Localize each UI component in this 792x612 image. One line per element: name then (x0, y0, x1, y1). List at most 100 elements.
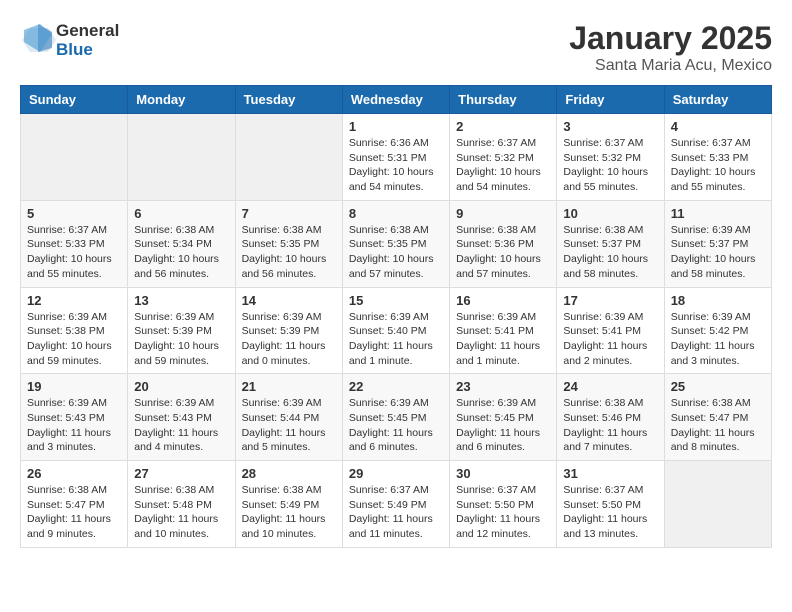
day-info: Sunrise: 6:38 AM Sunset: 5:34 PM Dayligh… (134, 223, 228, 282)
day-number: 2 (456, 119, 550, 134)
month-title: January 2025 (569, 20, 772, 57)
day-number: 12 (27, 293, 121, 308)
day-info: Sunrise: 6:37 AM Sunset: 5:33 PM Dayligh… (27, 223, 121, 282)
calendar-cell: 19Sunrise: 6:39 AM Sunset: 5:43 PM Dayli… (21, 374, 128, 461)
calendar-cell (235, 114, 342, 201)
day-number: 18 (671, 293, 765, 308)
calendar-cell: 23 Sunrise: 6:39 AM Sunset: 5:45 PM Dayli… (450, 374, 557, 461)
calendar-table: SundayMondayTuesdayWednesdayThursdayFrid… (20, 85, 772, 548)
day-info: Sunrise: 6:39 AM Sunset: 5:41 PM Dayligh… (563, 310, 657, 369)
day-info: Sunrise: 6:38 AM Sunset: 5:49 PM Dayligh… (242, 483, 336, 542)
calendar-cell: 29Sunrise: 6:37 AM Sunset: 5:49 PM Dayli… (342, 461, 449, 548)
day-info: Sunrise: 6:39 AM Sunset: 5:44 PM Dayligh… (242, 396, 336, 455)
calendar-cell: 27Sunrise: 6:38 AM Sunset: 5:48 PM Dayli… (128, 461, 235, 548)
day-number: 10 (563, 206, 657, 221)
day-number: 11 (671, 206, 765, 221)
calendar-cell: 21 Sunrise: 6:39 AM Sunset: 5:44 PM Dayli… (235, 374, 342, 461)
day-info: Sunrise: 6:38 AM Sunset: 5:35 PM Dayligh… (349, 223, 443, 282)
weekday-header-row: SundayMondayTuesdayWednesdayThursdayFrid… (21, 86, 772, 114)
calendar-week-row: 12 Sunrise: 6:39 AM Sunset: 5:38 PM Dayli… (21, 287, 772, 374)
calendar-week-row: 19Sunrise: 6:39 AM Sunset: 5:43 PM Dayli… (21, 374, 772, 461)
calendar-cell: 4Sunrise: 6:37 AM Sunset: 5:33 PM Daylig… (664, 114, 771, 201)
day-number: 20 (134, 379, 228, 394)
weekday-header-sunday: Sunday (21, 86, 128, 114)
calendar-cell: 10 Sunrise: 6:38 AM Sunset: 5:37 PM Dayli… (557, 200, 664, 287)
logo-text: General Blue (56, 22, 119, 59)
day-number: 31 (563, 466, 657, 481)
day-info: Sunrise: 6:37 AM Sunset: 5:32 PM Dayligh… (456, 136, 550, 195)
logo-blue: Blue (56, 41, 119, 60)
page-header: General Blue January 2025 Santa Maria Ac… (20, 20, 772, 75)
calendar-cell: 3Sunrise: 6:37 AM Sunset: 5:32 PM Daylig… (557, 114, 664, 201)
calendar-cell: 12 Sunrise: 6:39 AM Sunset: 5:38 PM Dayli… (21, 287, 128, 374)
day-number: 8 (349, 206, 443, 221)
day-info: Sunrise: 6:38 AM Sunset: 5:36 PM Dayligh… (456, 223, 550, 282)
calendar-cell: 1 Sunrise: 6:36 AM Sunset: 5:31 PM Daylig… (342, 114, 449, 201)
calendar-week-row: 26 Sunrise: 6:38 AM Sunset: 5:47 PM Dayli… (21, 461, 772, 548)
day-number: 7 (242, 206, 336, 221)
calendar-week-row: 5 Sunrise: 6:37 AM Sunset: 5:33 PM Daylig… (21, 200, 772, 287)
weekday-header-thursday: Thursday (450, 86, 557, 114)
day-number: 5 (27, 206, 121, 221)
weekday-header-saturday: Saturday (664, 86, 771, 114)
day-number: 30 (456, 466, 550, 481)
calendar-cell: 31 Sunrise: 6:37 AM Sunset: 5:50 PM Dayli… (557, 461, 664, 548)
calendar-cell: 6 Sunrise: 6:38 AM Sunset: 5:34 PM Daylig… (128, 200, 235, 287)
day-info: Sunrise: 6:39 AM Sunset: 5:38 PM Dayligh… (27, 310, 121, 369)
day-info: Sunrise: 6:39 AM Sunset: 5:39 PM Dayligh… (134, 310, 228, 369)
day-number: 21 (242, 379, 336, 394)
day-info: Sunrise: 6:39 AM Sunset: 5:45 PM Dayligh… (349, 396, 443, 455)
day-number: 14 (242, 293, 336, 308)
day-number: 16 (456, 293, 550, 308)
calendar-cell: 24 Sunrise: 6:38 AM Sunset: 5:46 PM Dayli… (557, 374, 664, 461)
day-info: Sunrise: 6:39 AM Sunset: 5:42 PM Dayligh… (671, 310, 765, 369)
day-number: 24 (563, 379, 657, 394)
title-block: January 2025 Santa Maria Acu, Mexico (569, 20, 772, 75)
calendar-cell: 20Sunrise: 6:39 AM Sunset: 5:43 PM Dayli… (128, 374, 235, 461)
calendar-cell: 14 Sunrise: 6:39 AM Sunset: 5:39 PM Dayli… (235, 287, 342, 374)
calendar-cell: 8 Sunrise: 6:38 AM Sunset: 5:35 PM Daylig… (342, 200, 449, 287)
calendar-cell: 9 Sunrise: 6:38 AM Sunset: 5:36 PM Daylig… (450, 200, 557, 287)
calendar-cell (664, 461, 771, 548)
day-number: 1 (349, 119, 443, 134)
calendar-cell (21, 114, 128, 201)
day-info: Sunrise: 6:39 AM Sunset: 5:41 PM Dayligh… (456, 310, 550, 369)
day-info: Sunrise: 6:39 AM Sunset: 5:45 PM Dayligh… (456, 396, 550, 455)
day-number: 25 (671, 379, 765, 394)
day-info: Sunrise: 6:38 AM Sunset: 5:47 PM Dayligh… (27, 483, 121, 542)
day-number: 29 (349, 466, 443, 481)
day-number: 17 (563, 293, 657, 308)
day-info: Sunrise: 6:39 AM Sunset: 5:39 PM Dayligh… (242, 310, 336, 369)
calendar-cell: 2 Sunrise: 6:37 AM Sunset: 5:32 PM Daylig… (450, 114, 557, 201)
calendar-week-row: 1 Sunrise: 6:36 AM Sunset: 5:31 PM Daylig… (21, 114, 772, 201)
calendar-cell: 28 Sunrise: 6:38 AM Sunset: 5:49 PM Dayli… (235, 461, 342, 548)
day-info: Sunrise: 6:38 AM Sunset: 5:37 PM Dayligh… (563, 223, 657, 282)
day-info: Sunrise: 6:37 AM Sunset: 5:50 PM Dayligh… (456, 483, 550, 542)
weekday-header-friday: Friday (557, 86, 664, 114)
day-number: 22 (349, 379, 443, 394)
day-number: 23 (456, 379, 550, 394)
day-number: 6 (134, 206, 228, 221)
day-info: Sunrise: 6:38 AM Sunset: 5:47 PM Dayligh… (671, 396, 765, 455)
day-info: Sunrise: 6:37 AM Sunset: 5:50 PM Dayligh… (563, 483, 657, 542)
day-number: 26 (27, 466, 121, 481)
day-number: 9 (456, 206, 550, 221)
weekday-header-monday: Monday (128, 86, 235, 114)
day-info: Sunrise: 6:36 AM Sunset: 5:31 PM Dayligh… (349, 136, 443, 195)
day-number: 13 (134, 293, 228, 308)
calendar-cell: 17 Sunrise: 6:39 AM Sunset: 5:41 PM Dayli… (557, 287, 664, 374)
logo: General Blue (20, 20, 119, 61)
day-number: 28 (242, 466, 336, 481)
weekday-header-tuesday: Tuesday (235, 86, 342, 114)
calendar-cell: 26 Sunrise: 6:38 AM Sunset: 5:47 PM Dayli… (21, 461, 128, 548)
calendar-cell: 5 Sunrise: 6:37 AM Sunset: 5:33 PM Daylig… (21, 200, 128, 287)
logo-icon (20, 20, 56, 56)
day-info: Sunrise: 6:38 AM Sunset: 5:46 PM Dayligh… (563, 396, 657, 455)
weekday-header-wednesday: Wednesday (342, 86, 449, 114)
day-info: Sunrise: 6:39 AM Sunset: 5:40 PM Dayligh… (349, 310, 443, 369)
day-info: Sunrise: 6:39 AM Sunset: 5:43 PM Dayligh… (27, 396, 121, 455)
logo-general: General (56, 22, 119, 41)
day-info: Sunrise: 6:37 AM Sunset: 5:33 PM Dayligh… (671, 136, 765, 195)
day-info: Sunrise: 6:39 AM Sunset: 5:37 PM Dayligh… (671, 223, 765, 282)
calendar-cell: 22 Sunrise: 6:39 AM Sunset: 5:45 PM Dayli… (342, 374, 449, 461)
